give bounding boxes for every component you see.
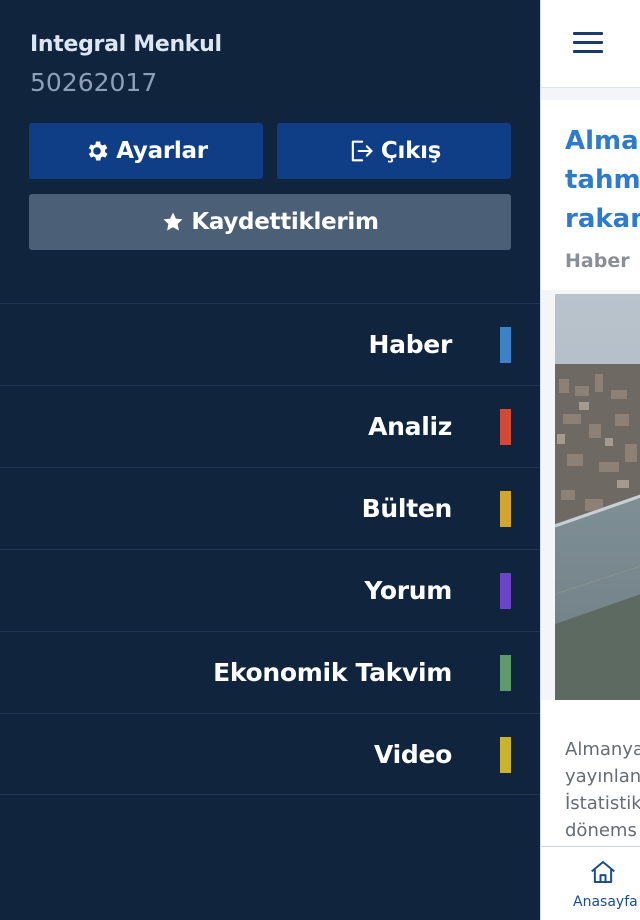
menu-item-label: Video <box>373 739 452 769</box>
bottom-navigation: Anasayfa <box>541 846 640 920</box>
saved-items-button[interactable]: Kaydettiklerim <box>29 194 511 250</box>
side-drawer: Integral Menkul 50262017 Ayarlar Çıkış K… <box>0 0 540 920</box>
settings-button[interactable]: Ayarlar <box>29 123 263 179</box>
article-image[interactable] <box>555 294 640 700</box>
article-excerpt[interactable]: Almanya yayınlan İstatistik dönems <box>541 700 640 850</box>
user-name: Integral Menkul <box>30 32 222 57</box>
category-color-marker <box>500 491 511 527</box>
gear-icon <box>84 138 110 164</box>
article-category: Haber <box>565 250 630 272</box>
menu-item-analiz[interactable]: Analiz <box>0 385 540 467</box>
article-card-header[interactable]: Almanya tahmin rakam Haber <box>541 100 640 290</box>
settings-label: Ayarlar <box>116 138 208 164</box>
logout-button[interactable]: Çıkış <box>277 123 511 179</box>
article-title[interactable]: Almanya tahmin rakam <box>565 122 640 239</box>
user-id: 50262017 <box>30 68 158 97</box>
logout-icon <box>347 137 375 165</box>
hamburger-menu-icon[interactable] <box>573 32 603 54</box>
menu-item-label: Haber <box>368 330 453 359</box>
menu-item-label: Analiz <box>368 412 452 441</box>
category-color-marker <box>500 327 511 363</box>
menu-item-label: Yorum <box>364 576 452 605</box>
category-color-marker <box>500 655 511 691</box>
menu-item-yorum[interactable]: Yorum <box>0 549 540 631</box>
category-color-marker <box>500 573 511 609</box>
category-color-marker <box>500 409 511 445</box>
menu-item-label: Ekonomik Takvim <box>213 658 452 687</box>
menu-item-video[interactable]: Video <box>0 713 540 795</box>
saved-items-label: Kaydettiklerim <box>191 209 379 235</box>
logout-label: Çıkış <box>380 138 442 164</box>
top-bar <box>541 0 640 88</box>
main-content-peek: Almanya tahmin rakam Haber <box>540 0 640 920</box>
menu-item-bulten[interactable]: Bülten <box>0 467 540 549</box>
menu-item-ekonomik-takvim[interactable]: Ekonomik Takvim <box>0 631 540 713</box>
category-menu: Haber Analiz Bülten Yorum Ekonomik Takvi… <box>0 303 540 795</box>
menu-item-haber[interactable]: Haber <box>0 303 540 385</box>
menu-item-label: Bülten <box>361 494 453 523</box>
nav-home[interactable]: Anasayfa <box>541 847 640 920</box>
star-icon <box>161 210 185 234</box>
nav-home-label: Anasayfa <box>573 894 638 910</box>
article-excerpt-text: Almanya yayınlan İstatistik dönems <box>565 739 640 841</box>
category-color-marker <box>500 737 511 773</box>
home-icon <box>591 861 615 883</box>
